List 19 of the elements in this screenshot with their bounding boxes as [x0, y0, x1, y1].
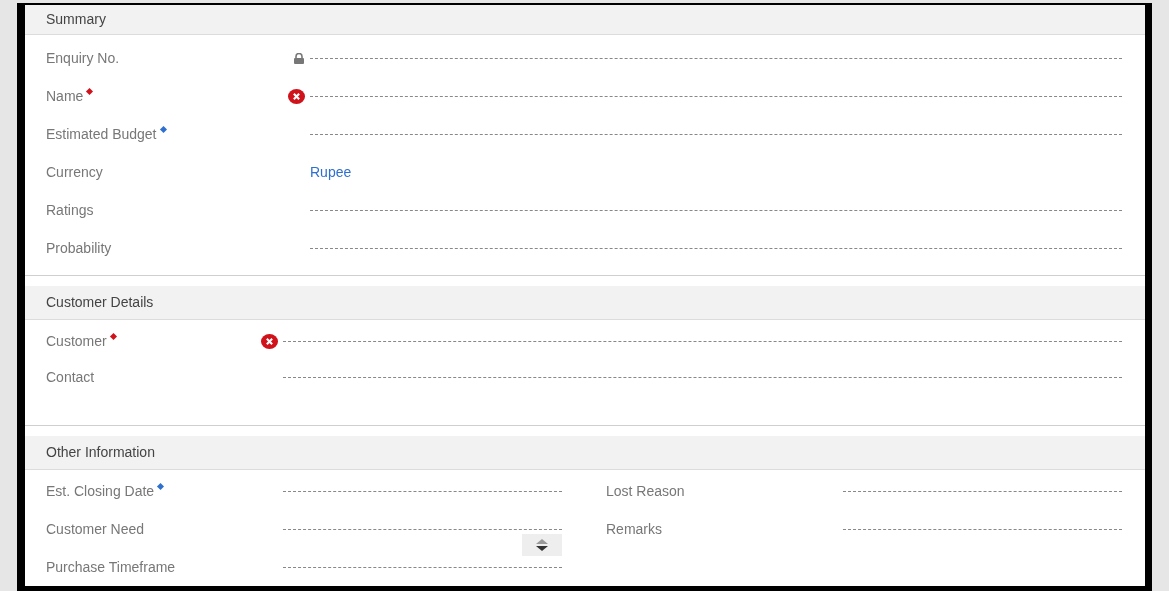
section-header: Customer Details: [25, 286, 1145, 320]
field-label: Ratings: [46, 200, 94, 220]
field-label: Est. Closing Date: [46, 481, 155, 501]
field-label: Purchase Timeframe: [46, 557, 176, 577]
stepper-button[interactable]: [522, 533, 562, 556]
field-label: Customer: [46, 331, 107, 351]
field-label: Customer Need: [46, 519, 145, 539]
section-header: Other Information: [25, 436, 1145, 470]
field-label: Name: [46, 86, 84, 106]
field-label: Estimated Budget: [46, 124, 157, 144]
field-label: Contact: [46, 367, 95, 387]
field-label: Enquiry No.: [46, 48, 120, 68]
up-down-icon: [535, 538, 549, 551]
field-label: Remarks: [606, 519, 662, 539]
currency-link[interactable]: Rupee: [310, 161, 352, 183]
section-header: Summary: [25, 5, 1145, 35]
field-label: Lost Reason: [606, 481, 685, 501]
field-label: Currency: [46, 162, 103, 182]
field-label: Probability: [46, 238, 112, 258]
